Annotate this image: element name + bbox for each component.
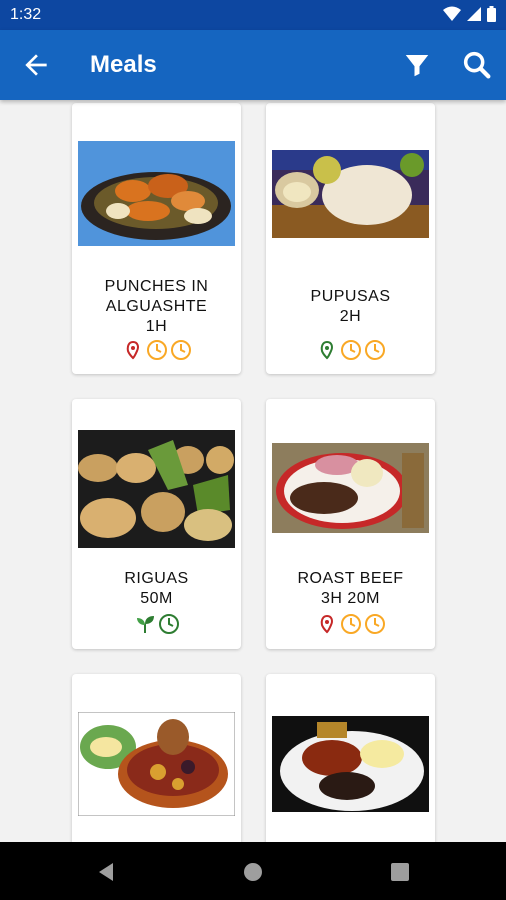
meal-card[interactable]: PUNCHES IN ALGUASHTE 1H: [72, 103, 241, 374]
search-icon[interactable]: [460, 48, 494, 82]
meat-icon: [320, 340, 333, 360]
meal-card[interactable]: ROAST BEEF 3H 20M: [266, 399, 435, 649]
meal-card[interactable]: PUPUSAS 2H: [266, 103, 435, 374]
meal-photo: [78, 712, 235, 816]
meal-card[interactable]: RIGUAS 50M: [72, 399, 241, 649]
meal-name: PUPUSAS 2H: [266, 287, 435, 327]
meal-name: RIGUAS 50M: [72, 569, 241, 609]
meat-icon: [320, 614, 333, 634]
meal-grid[interactable]: PUNCHES IN ALGUASHTE 1H PUPUSAS 2H RIGUA…: [0, 100, 506, 842]
meal-name-line1: PUNCHES IN: [104, 278, 209, 295]
meal-photo: [78, 430, 235, 548]
status-time: 1:32: [10, 6, 42, 23]
clock-icon: [170, 340, 191, 360]
leaf-icon: [136, 616, 154, 633]
meal-time: 3H 20M: [320, 590, 381, 607]
clock-icon: [146, 340, 167, 360]
clock-icon: [340, 340, 361, 360]
clock-icon: [340, 614, 361, 634]
meal-name: ROAST BEEF 3H 20M: [266, 569, 435, 609]
meat-icon: [126, 340, 139, 360]
meal-photo: [272, 716, 429, 812]
nav-home-icon[interactable]: [241, 860, 265, 884]
meal-name-line1: ROAST BEEF: [297, 570, 404, 587]
clock-icon: [364, 340, 385, 360]
app-bar: Meals: [0, 30, 506, 100]
page-title: Meals: [90, 51, 157, 78]
nav-back-icon[interactable]: [94, 860, 118, 884]
meal-badges: [266, 613, 435, 635]
meal-card[interactable]: [266, 674, 435, 842]
meal-name-line1: PUPUSAS: [310, 288, 391, 305]
clock-icon: [158, 614, 179, 634]
meal-name: PUNCHES IN ALGUASHTE 1H: [72, 277, 241, 337]
status-icons: [443, 6, 496, 22]
meal-time: 2H: [339, 308, 362, 325]
arrow-left-icon[interactable]: [20, 49, 52, 81]
battery-icon: [487, 6, 496, 22]
status-bar: 1:32: [0, 0, 506, 30]
meal-photo: [78, 141, 235, 246]
meal-photo: [272, 443, 429, 533]
meal-badges: [266, 339, 435, 361]
meal-time: 1H: [145, 318, 168, 335]
meal-photo: [272, 150, 429, 238]
system-nav-bar: [0, 842, 506, 900]
meal-name-line1: RIGUAS: [124, 570, 189, 587]
wifi-icon: [443, 6, 461, 21]
meal-time: 50M: [140, 590, 173, 607]
meal-card[interactable]: [72, 674, 241, 842]
meal-badges: [72, 613, 241, 635]
clock-icon: [364, 614, 385, 634]
meal-badges: [72, 339, 241, 361]
nav-recents-icon[interactable]: [388, 860, 412, 884]
meal-name-line2: ALGUASHTE: [105, 298, 208, 315]
cell-signal-icon: [467, 7, 481, 21]
filter-icon[interactable]: [402, 50, 432, 80]
